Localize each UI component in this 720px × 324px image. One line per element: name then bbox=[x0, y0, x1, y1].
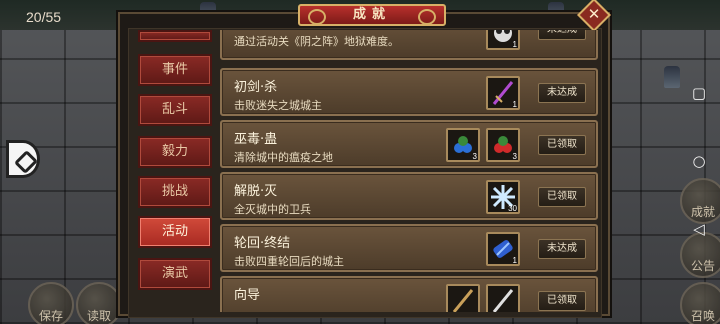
achievement-name: 初剑·杀 bbox=[234, 80, 278, 95]
scene-soldier bbox=[664, 66, 680, 88]
achievement-desc: 击败迷失之城城主 bbox=[234, 99, 322, 112]
item-qty: 1 bbox=[512, 256, 517, 265]
blade-icon[interactable] bbox=[486, 284, 520, 312]
achievement-row: 通过活动关《阴之阵》地狱难度。 1 未达成 bbox=[220, 30, 598, 60]
status-button[interactable]: 未达成 bbox=[538, 239, 586, 259]
blue-berry-icon[interactable]: 3 bbox=[446, 128, 480, 162]
tab-perseverance[interactable]: 毅力 bbox=[138, 136, 212, 168]
achievement-desc: 全灭城中的卫兵 bbox=[234, 203, 311, 216]
achievement-row: 轮回·终结 击败四重轮回后的城主 1 未达成 bbox=[220, 224, 598, 272]
item-qty: 3 bbox=[512, 152, 517, 161]
floating-assist-icon[interactable] bbox=[6, 140, 40, 178]
status-button[interactable]: 已领取 bbox=[538, 135, 586, 155]
nav-recent-icon[interactable]: ▢ bbox=[690, 84, 708, 102]
nav-back-icon[interactable]: ◁ bbox=[690, 220, 708, 238]
progress-counter: 20/55 bbox=[26, 9, 62, 25]
close-icon: ✕ bbox=[587, 4, 601, 23]
achievement-row: 初剑·杀 击败迷失之城城主 1 未达成 bbox=[220, 68, 598, 116]
status-button[interactable]: 已领取 bbox=[538, 187, 586, 207]
sword-icon[interactable]: 1 bbox=[486, 76, 520, 110]
achievement-row: 巫毒·蛊 清除城中的瘟疫之地 3 3 已领取 bbox=[220, 120, 598, 168]
notice-side-label: 公告 bbox=[690, 259, 715, 273]
achievement-side-label: 成就 bbox=[690, 205, 715, 219]
tab-martial[interactable]: 演武 bbox=[138, 258, 212, 290]
skull-orb-icon[interactable]: 1 bbox=[486, 30, 520, 50]
summon-side-label: 召唤 bbox=[690, 309, 715, 323]
achievement-name: 解脱·灭 bbox=[234, 184, 278, 199]
dialog-title: 成就 bbox=[298, 4, 446, 26]
load-label: 读取 bbox=[86, 309, 111, 323]
achievement-row: 向导 已领取 bbox=[220, 276, 598, 312]
achievement-list[interactable]: 通过活动关《阴之阵》地狱难度。 1 未达成 初剑·杀 击败迷失之城城主 1 未达… bbox=[220, 30, 600, 312]
item-qty: 3 bbox=[472, 152, 477, 161]
achievement-desc: 通过活动关《阴之阵》地狱难度。 bbox=[234, 35, 399, 48]
load-button[interactable]: 读取 bbox=[76, 282, 122, 324]
achievement-side-button[interactable]: 成就 bbox=[680, 178, 720, 224]
status-button[interactable]: 未达成 bbox=[538, 83, 586, 103]
tab-challenge[interactable]: 挑战 bbox=[138, 176, 212, 208]
save-button[interactable]: 保存 bbox=[28, 282, 74, 324]
status-button[interactable]: 已领取 bbox=[538, 291, 586, 311]
ice-crystal-icon[interactable]: 30 bbox=[486, 180, 520, 214]
notice-side-button[interactable]: 公告 bbox=[680, 232, 720, 278]
staff-icon[interactable] bbox=[446, 284, 480, 312]
summon-side-button[interactable]: 召唤 bbox=[680, 282, 720, 324]
status-button[interactable]: 未达成 bbox=[538, 30, 586, 40]
achievement-desc: 清除城中的瘟疫之地 bbox=[234, 151, 333, 164]
red-berry-icon[interactable]: 3 bbox=[486, 128, 520, 162]
achievement-desc: 击败四重轮回后的城主 bbox=[234, 255, 344, 268]
item-qty: 1 bbox=[512, 40, 517, 49]
save-label: 保存 bbox=[38, 309, 63, 323]
nav-home-icon[interactable]: ○ bbox=[690, 152, 708, 170]
tab-activity[interactable]: 活动 bbox=[138, 216, 212, 248]
achievement-row: 解脱·灭 全灭城中的卫兵 30 已领取 bbox=[220, 172, 598, 220]
achievement-name: 轮回·终结 bbox=[234, 236, 291, 251]
achievement-name: 向导 bbox=[234, 288, 261, 303]
tab-event[interactable]: 事件 bbox=[138, 54, 212, 86]
blue-scroll-icon[interactable]: 1 bbox=[486, 232, 520, 266]
category-tabs: 事件 乱斗 毅力 挑战 活动 演武 bbox=[138, 30, 212, 316]
item-qty: 1 bbox=[512, 100, 517, 109]
tab-brawl[interactable]: 乱斗 bbox=[138, 94, 212, 126]
achievement-name: 巫毒·蛊 bbox=[234, 132, 278, 147]
tab-partial-top[interactable] bbox=[138, 30, 212, 42]
item-qty: 30 bbox=[508, 204, 517, 213]
